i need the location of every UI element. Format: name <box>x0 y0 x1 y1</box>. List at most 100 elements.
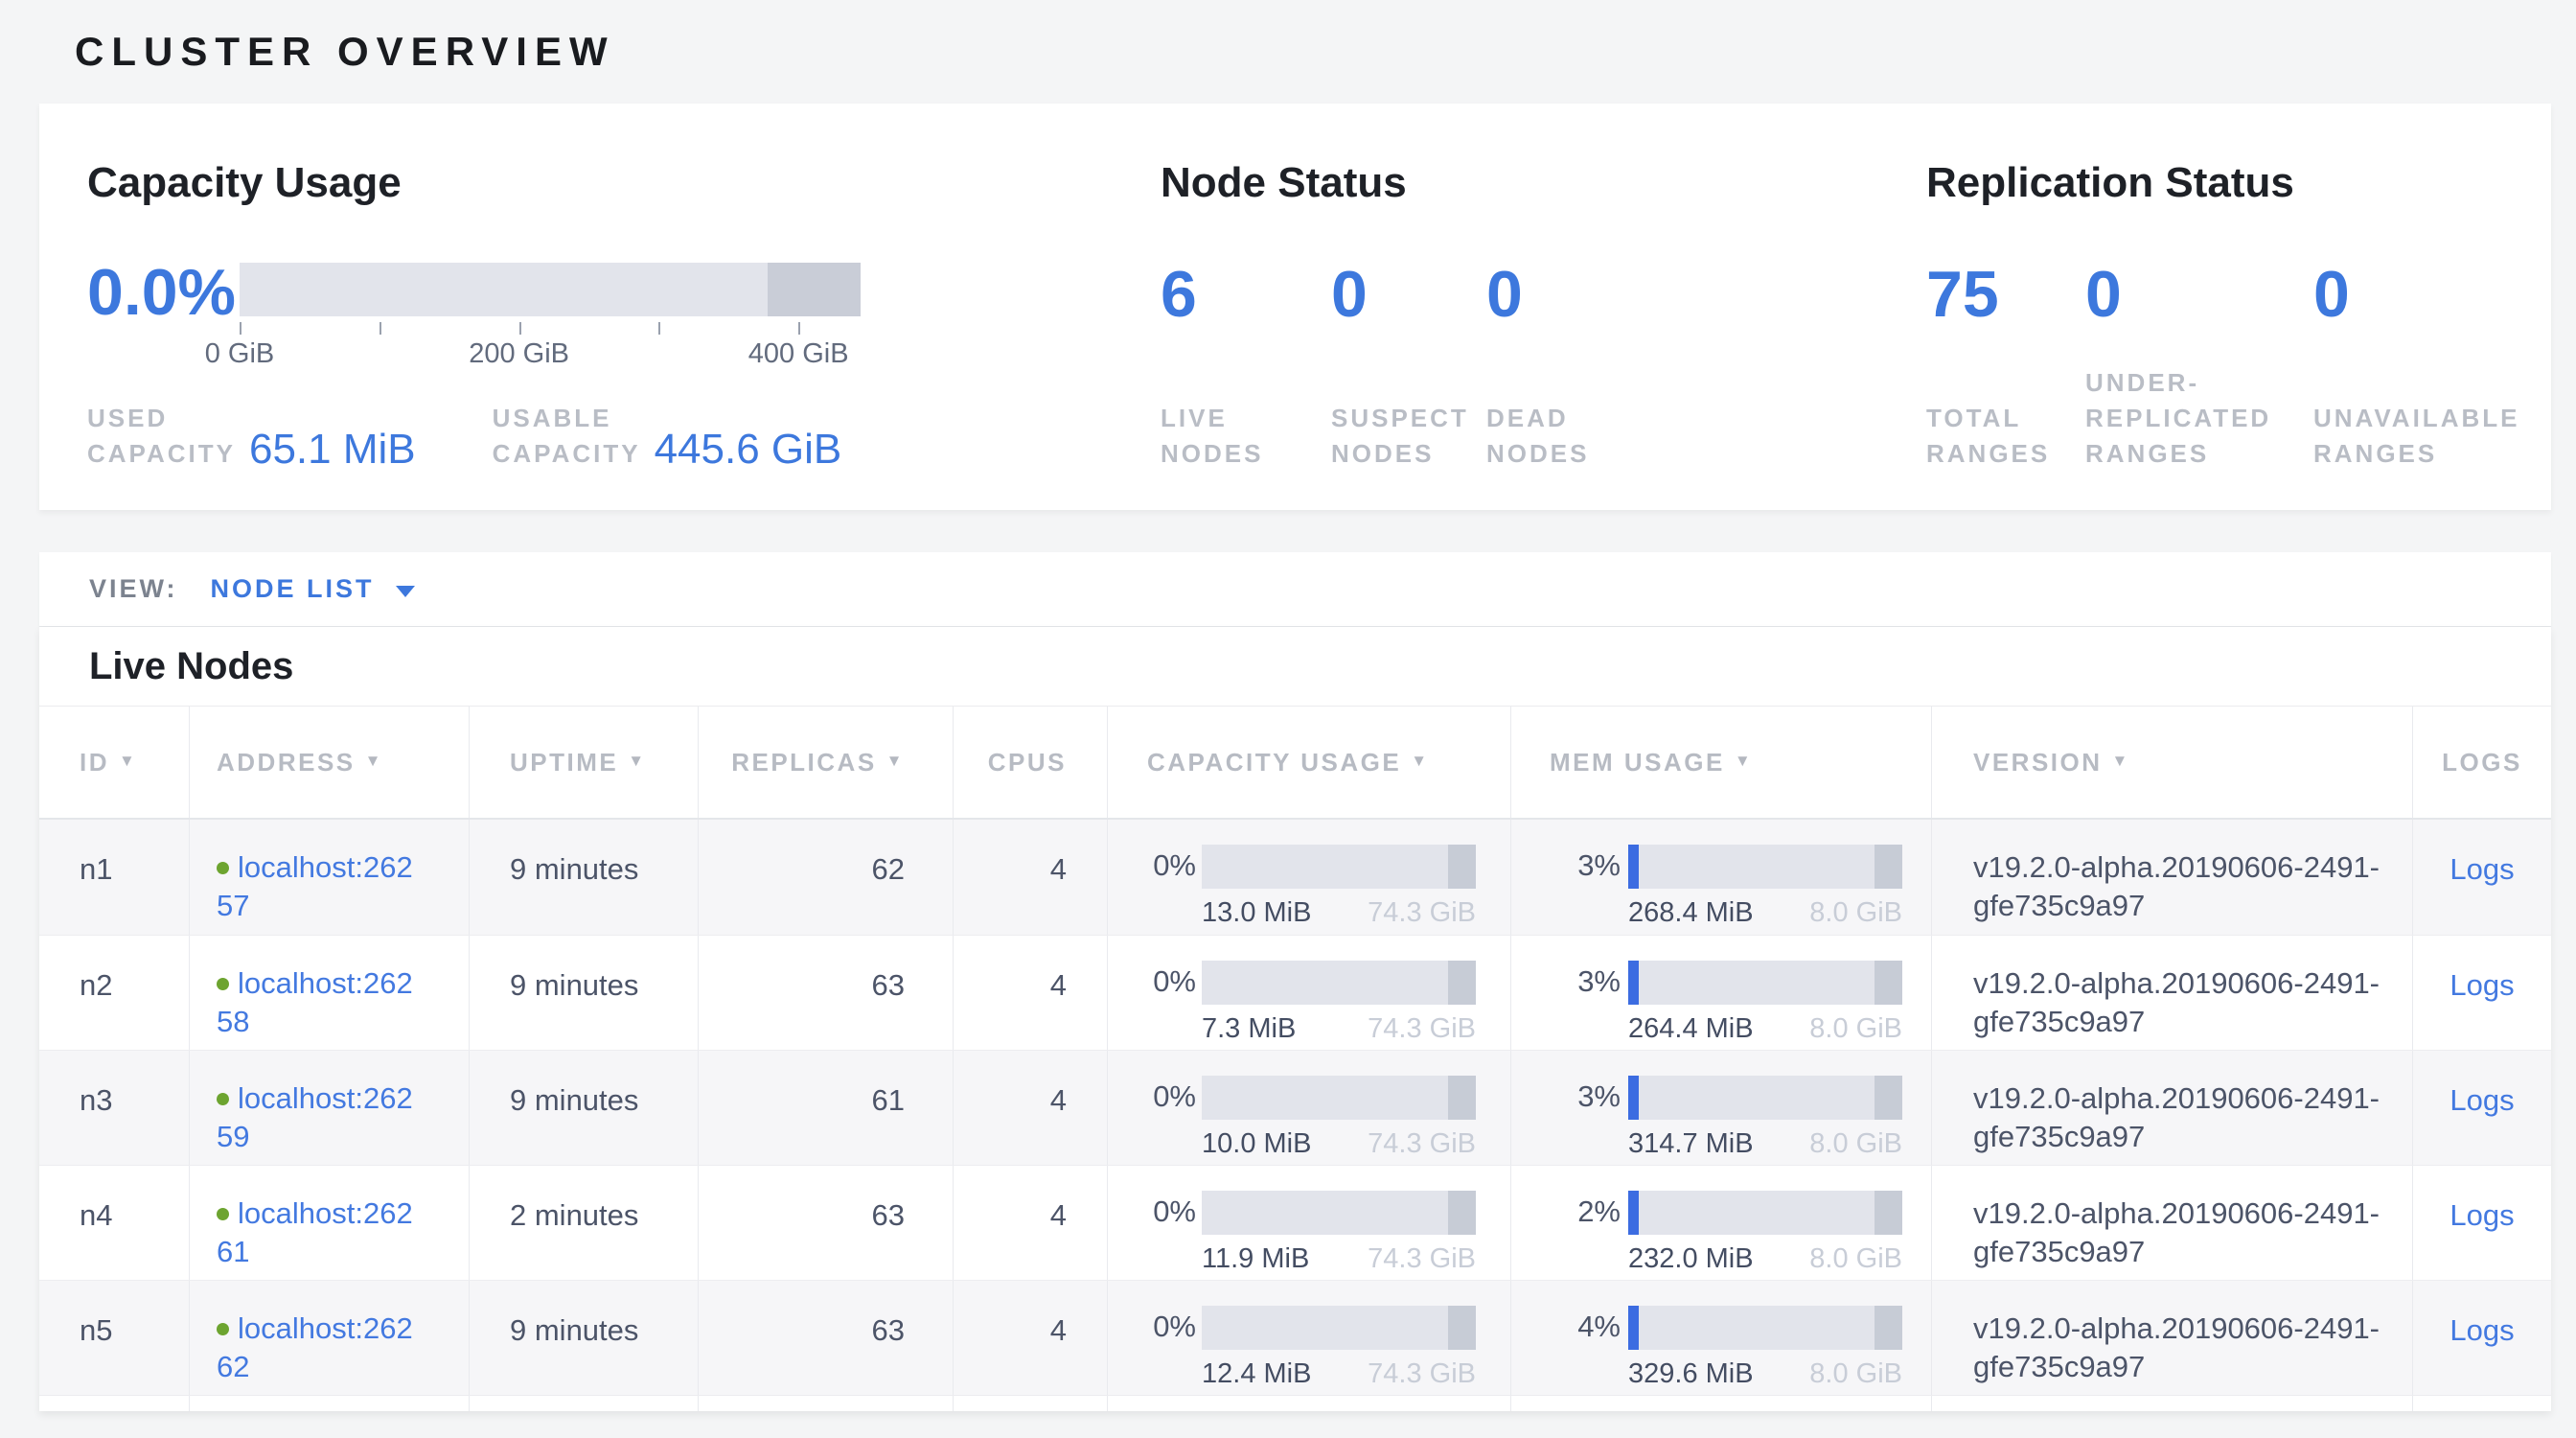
view-selected-value: NODE LIST <box>211 574 375 604</box>
memory-bar <box>1628 1306 1902 1350</box>
column-header-version[interactable]: VERSION▼ <box>1931 707 2412 818</box>
uptime-cell: 9 minutes <box>469 1281 698 1395</box>
logs-link[interactable]: Logs <box>2450 1083 2514 1117</box>
node-address-link[interactable]: localhost:26258 <box>217 966 413 1038</box>
uptime-cell: 9 minutes <box>469 936 698 1050</box>
capacity-percent-label: 0% <box>1146 845 1196 932</box>
table-row-n1: n1localhost:262579 minutes6240%13.0 MiB7… <box>39 820 2551 935</box>
logs-link[interactable]: Logs <box>2450 1198 2514 1232</box>
capacity-meter: 0%10.0 MiB74.3 GiB <box>1146 1076 1510 1163</box>
logs-cell: Logs <box>2412 820 2551 935</box>
replicas-cell: 61 <box>698 1051 953 1165</box>
capacity-bar <box>1202 961 1476 1005</box>
memory-bar <box>1628 961 1902 1005</box>
column-header-capacity-usage[interactable]: CAPACITY USAGE▼ <box>1107 707 1510 818</box>
node-id-cell: n2 <box>39 936 189 1050</box>
memory-total-value: 8.0 GiB <box>1809 1125 1902 1163</box>
memory-used-value: 329.6 MiB <box>1628 1355 1754 1393</box>
stat-label: LIVE NODES <box>1161 401 1331 472</box>
version-string: v19.2.0-alpha.20190606-2491-gfe735c9a97 <box>1973 1079 2406 1156</box>
stat-label: UNAVAILABLE RANGES <box>2313 401 2519 472</box>
node-address-link[interactable]: localhost:26257 <box>217 850 413 922</box>
memory-usage-cell: 3%314.7 MiB8.0 GiB <box>1510 1051 1931 1165</box>
replicas-cell: 62 <box>698 820 953 935</box>
capacity-usage-cell: 0%7.3 MiB74.3 GiB <box>1107 936 1510 1050</box>
replicas-cell: 63 <box>698 1166 953 1280</box>
capacity-usage-cell: 0%10.0 MiB74.3 GiB <box>1107 1051 1510 1165</box>
logs-cell: Logs <box>2412 1051 2551 1165</box>
stat-number: 0 <box>1331 259 1486 330</box>
memory-bar-tail <box>1874 845 1902 889</box>
logs-link[interactable]: Logs <box>2450 1313 2514 1347</box>
column-header-id[interactable]: ID▼ <box>39 707 189 818</box>
view-selector-dropdown[interactable]: NODE LIST <box>211 574 415 604</box>
memory-bar-fill <box>1628 1191 1639 1235</box>
stat-label: TOTAL RANGES <box>1926 401 2085 472</box>
memory-meter: 3%268.4 MiB8.0 GiB <box>1550 845 1931 932</box>
node-stat-1: 0 SUSPECT NODES <box>1331 259 1486 472</box>
capacity-usage-heading: Capacity Usage <box>87 159 1093 207</box>
node-address-link[interactable]: localhost:26259 <box>217 1081 413 1153</box>
logs-link[interactable]: Logs <box>2450 852 2514 886</box>
version-cell: v19.2.0-alpha.20190606-2491-gfe735c9a97 <box>1931 820 2412 935</box>
version-cell: v19.2.0-alpha.20190606-2491-gfe735c9a97 <box>1931 1281 2412 1395</box>
version-cell: v19.2.0-alpha.20190606-2491-gfe735c9a97 <box>1931 1051 2412 1165</box>
axis-tick <box>798 322 800 335</box>
memory-meter: 2%232.0 MiB8.0 GiB <box>1550 1191 1931 1278</box>
used-capacity-stat: USED CAPACITY 65.1 MiB <box>87 401 416 472</box>
capacity-stats: USED CAPACITY 65.1 MiB USABLE CAPACITY445.… <box>87 401 841 472</box>
capacity-stat-label: USED CAPACITY <box>87 401 236 472</box>
column-header-logs: LOGS <box>2412 707 2551 818</box>
uptime-cell: 2 minutes <box>469 1166 698 1280</box>
node-status-section: Node Status 6LIVE NODES0SUSPECT NODES0DE… <box>1161 159 1889 472</box>
memory-total-value: 8.0 GiB <box>1809 893 1902 932</box>
memory-bar-tail <box>1874 961 1902 1005</box>
capacity-total-value: 74.3 GiB <box>1368 1009 1476 1048</box>
capacity-usage-cell: 0%13.0 MiB74.3 GiB <box>1107 820 1510 935</box>
column-header-uptime[interactable]: UPTIME▼ <box>469 707 698 818</box>
memory-percent-label: 4% <box>1550 1306 1621 1393</box>
column-header-label: ID <box>80 748 109 777</box>
node-address-link[interactable]: localhost:26261 <box>217 1196 413 1268</box>
cluster-overview-page: CLUSTER OVERVIEW Capacity Usage 0.0% 0 G… <box>0 0 2576 1438</box>
cpus-cell: 4 <box>953 936 1107 1050</box>
version-cell: v19.2.0-alpha.20190606-2491-gfe735c9a97 <box>1931 1166 2412 1280</box>
memory-bar-fill <box>1628 845 1639 889</box>
node-status-stats: 6LIVE NODES0SUSPECT NODES0DEAD NODES <box>1161 259 1889 472</box>
node-id-cell: n5 <box>39 1281 189 1395</box>
column-header-label: ADDRESS <box>217 748 356 777</box>
capacity-used-value: 10.0 MiB <box>1202 1125 1311 1163</box>
usable-capacity-stat: USABLE CAPACITY445.6 GiB <box>493 401 842 472</box>
memory-bar <box>1628 1076 1902 1120</box>
capacity-gauge: 0.0% 0 GiB200 GiB400 GiB <box>87 257 1093 371</box>
uptime-cell: 9 minutes <box>469 1051 698 1165</box>
node-id-cell: n1 <box>39 820 189 935</box>
stat-label: SUSPECT NODES <box>1331 401 1486 472</box>
column-header-address[interactable]: ADDRESS▼ <box>189 707 469 818</box>
capacity-axis-ticks <box>240 322 861 336</box>
memory-used-value: 264.4 MiB <box>1628 1009 1754 1048</box>
node-id-cell: n4 <box>39 1166 189 1280</box>
capacity-meter: 0%12.4 MiB74.3 GiB <box>1146 1306 1510 1393</box>
logs-link[interactable]: Logs <box>2450 968 2514 1002</box>
sort-arrow-icon: ▼ <box>628 752 646 771</box>
column-header-label: CAPACITY USAGE <box>1147 748 1401 777</box>
node-address-link[interactable]: localhost:26262 <box>217 1311 413 1383</box>
table-row-n2: n2localhost:262589 minutes6340%7.3 MiB74… <box>39 935 2551 1050</box>
replicas-cell: 63 <box>698 1281 953 1395</box>
stat-number: 0 <box>2085 259 2313 330</box>
memory-usage-cell: 3%264.4 MiB8.0 GiB <box>1510 936 1931 1050</box>
capacity-percent-label: 0% <box>1146 961 1196 1048</box>
memory-bar-fill <box>1628 1076 1639 1120</box>
node-address-cell: localhost:26262 <box>189 1281 469 1395</box>
logs-cell: Logs <box>2412 936 2551 1050</box>
capacity-stat-value: 65.1 MiB <box>249 428 416 472</box>
replication-status-stats: 75TOTAL RANGES0UNDER- REPLICATED RANGES0… <box>1926 259 2540 472</box>
column-header-replicas[interactable]: REPLICAS▼ <box>698 707 953 818</box>
capacity-stat-label: USABLE CAPACITY <box>493 401 641 472</box>
memory-bar <box>1628 845 1902 889</box>
table-row-n4: n4localhost:262612 minutes6340%11.9 MiB7… <box>39 1165 2551 1280</box>
column-header-mem-usage[interactable]: MEM USAGE▼ <box>1510 707 1931 818</box>
node-stat-2: 0DEAD NODES <box>1486 259 1589 472</box>
version-cell: v19.2.0-alpha.20190606-2491-gfe735c9a97 <box>1931 936 2412 1050</box>
